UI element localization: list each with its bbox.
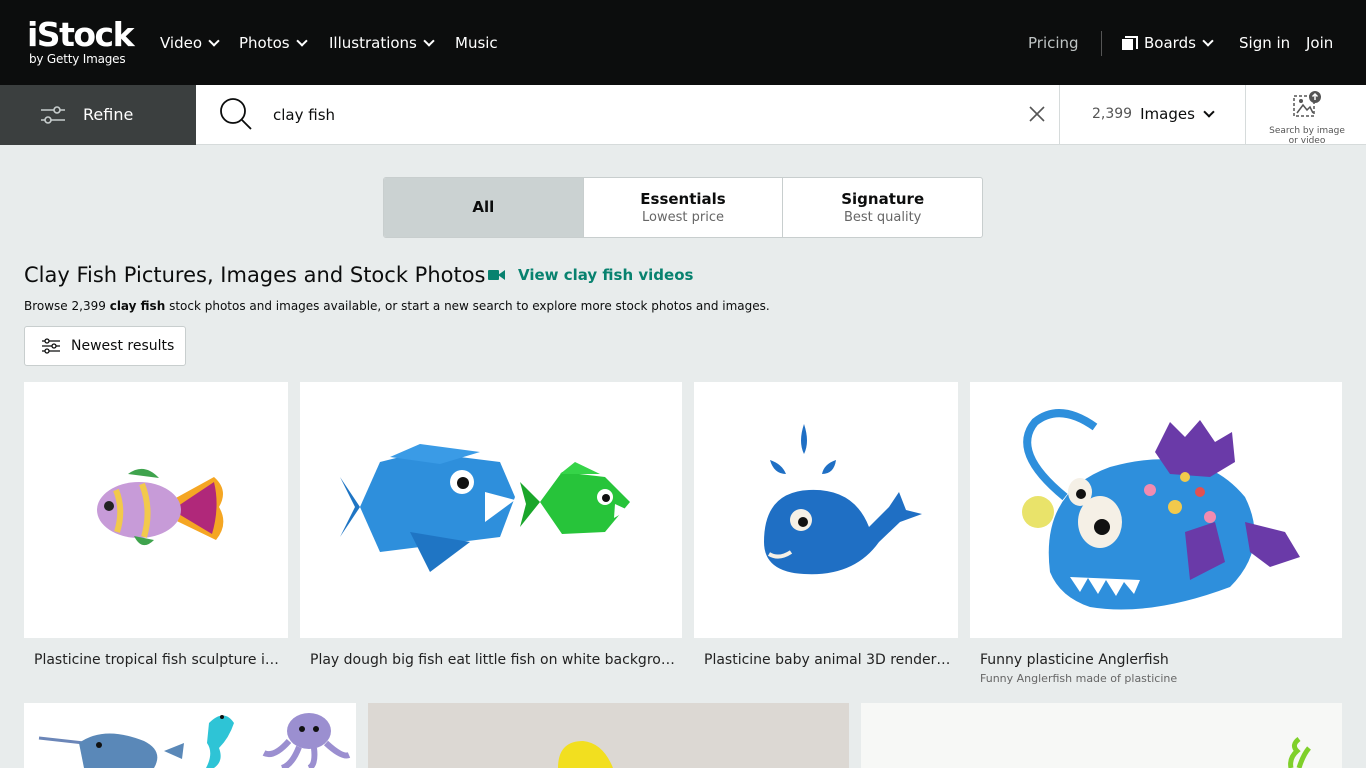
tropical-fish-image [97, 468, 224, 546]
result-count: 2,399 [1092, 106, 1133, 122]
video-camera-icon [488, 269, 506, 281]
result-card[interactable] [861, 703, 1342, 768]
sliders-icon [41, 106, 65, 124]
anglerfish-image [1022, 409, 1300, 610]
result-image[interactable] [24, 382, 288, 638]
page-title: Clay Fish Pictures, Images and Stock Pho… [24, 263, 486, 287]
logo-byline: by Getty Images [29, 52, 126, 66]
browse-description: Browse 2,399 clay fish stock photos and … [24, 298, 770, 314]
tab-signature-label: Signature [841, 189, 925, 208]
tab-essentials-label: Essentials [640, 189, 726, 208]
result-card[interactable]: Plasticine tropical fish sculpture isola… [24, 382, 288, 672]
nav-illustrations[interactable]: Illustrations [329, 33, 435, 53]
nav-pricing-label: Pricing [1028, 34, 1079, 52]
top-navigation-bar: iStock by Getty Images Video Photos Illu… [0, 0, 1366, 85]
big-fish-small-fish-image [340, 444, 630, 572]
sea-animals-image [38, 713, 351, 768]
result-card[interactable] [24, 703, 356, 768]
result-card[interactable]: Funny plasticine Anglerfish Funny Angler… [970, 382, 1342, 692]
browse-text-post: stock photos and images available, or st… [169, 299, 770, 313]
tab-all[interactable]: All [384, 178, 584, 237]
newest-results-button[interactable]: Newest results [24, 326, 186, 366]
tab-signature-sub: Best quality [843, 209, 922, 225]
chevron-down-icon [208, 34, 220, 47]
logo-wordmark: iStock [27, 15, 135, 54]
newest-results-label: Newest results [71, 338, 175, 354]
result-caption[interactable]: Plasticine tropical fish sculpture isola… [34, 651, 284, 669]
browse-text-pre: Browse 2,399 [24, 299, 106, 313]
result-image[interactable] [861, 703, 1342, 768]
search-divider [1245, 85, 1246, 145]
result-subcaption: Funny Anglerfish made of plasticine [980, 672, 1178, 685]
join-label: Join [1306, 34, 1334, 52]
result-caption[interactable]: Funny plasticine Anglerfish [980, 651, 1340, 669]
boards-icon [1122, 36, 1138, 50]
search-bar: Refine 2,399 Images Search by image or v… [0, 85, 1366, 146]
search-by-image-button[interactable]: Search by image or video [1262, 90, 1352, 146]
nav-video-label: Video [160, 34, 203, 52]
nav-divider [1101, 31, 1102, 56]
license-tabs: All Essentials Lowest price Signature Be… [383, 177, 983, 238]
result-image[interactable] [24, 703, 356, 768]
sign-in-label: Sign in [1239, 34, 1291, 52]
refine-button[interactable]: Refine [0, 85, 196, 145]
nav-boards-label: Boards [1144, 34, 1196, 52]
nav-illustrations-label: Illustrations [329, 34, 417, 52]
nav-video[interactable]: Video [160, 33, 220, 53]
chevron-down-icon [1202, 34, 1214, 47]
result-image[interactable] [970, 382, 1342, 638]
view-videos-link[interactable]: View clay fish videos [488, 265, 693, 285]
result-card[interactable]: Play dough big fish eat little fish on w… [300, 382, 682, 672]
search-icon[interactable] [219, 97, 253, 131]
search-by-image-label-2: or video [1288, 136, 1326, 146]
search-divider [1059, 85, 1060, 145]
sliders-icon [42, 338, 60, 354]
result-image[interactable] [694, 382, 958, 638]
chevron-down-icon [1203, 105, 1215, 118]
nav-photos-label: Photos [239, 34, 290, 52]
result-image[interactable] [300, 382, 682, 638]
sign-in-link[interactable]: Sign in [1239, 33, 1290, 53]
close-icon[interactable] [1028, 105, 1046, 123]
result-card[interactable] [368, 703, 849, 768]
nav-music[interactable]: Music [455, 33, 498, 53]
search-input[interactable] [273, 103, 993, 127]
view-videos-label: View clay fish videos [518, 266, 694, 284]
tab-essentials-sub: Lowest price [642, 209, 724, 225]
tab-all-label: All [472, 198, 495, 216]
result-card[interactable]: Plasticine baby animal 3D rendering of a… [694, 382, 958, 672]
seaweed-image [1288, 737, 1311, 768]
nav-music-label: Music [455, 34, 498, 52]
nav-photos[interactable]: Photos [239, 33, 308, 53]
result-caption[interactable]: Plasticine baby animal 3D rendering of a… [704, 651, 954, 669]
istock-logo[interactable]: iStock by Getty Images [27, 17, 139, 69]
join-link[interactable]: Join [1306, 33, 1333, 53]
browse-query: clay fish [109, 299, 166, 313]
chevron-down-icon [423, 34, 435, 47]
tab-signature[interactable]: Signature Best quality [783, 178, 982, 237]
chevron-down-icon [295, 34, 308, 47]
media-type-label: Images [1140, 105, 1195, 123]
whale-image [764, 424, 922, 575]
image-search-icon [1293, 91, 1321, 117]
result-caption[interactable]: Play dough big fish eat little fish on w… [310, 651, 680, 669]
nav-pricing[interactable]: Pricing [1028, 33, 1079, 53]
result-image[interactable] [368, 703, 849, 768]
search-by-image-label: Search by image [1269, 126, 1345, 136]
media-type-dropdown[interactable]: 2,399 Images [1092, 105, 1215, 123]
tab-essentials[interactable]: Essentials Lowest price [584, 178, 784, 237]
refine-label: Refine [83, 105, 134, 124]
nav-boards[interactable]: Boards [1122, 33, 1214, 53]
clay-shark-image [558, 741, 613, 768]
